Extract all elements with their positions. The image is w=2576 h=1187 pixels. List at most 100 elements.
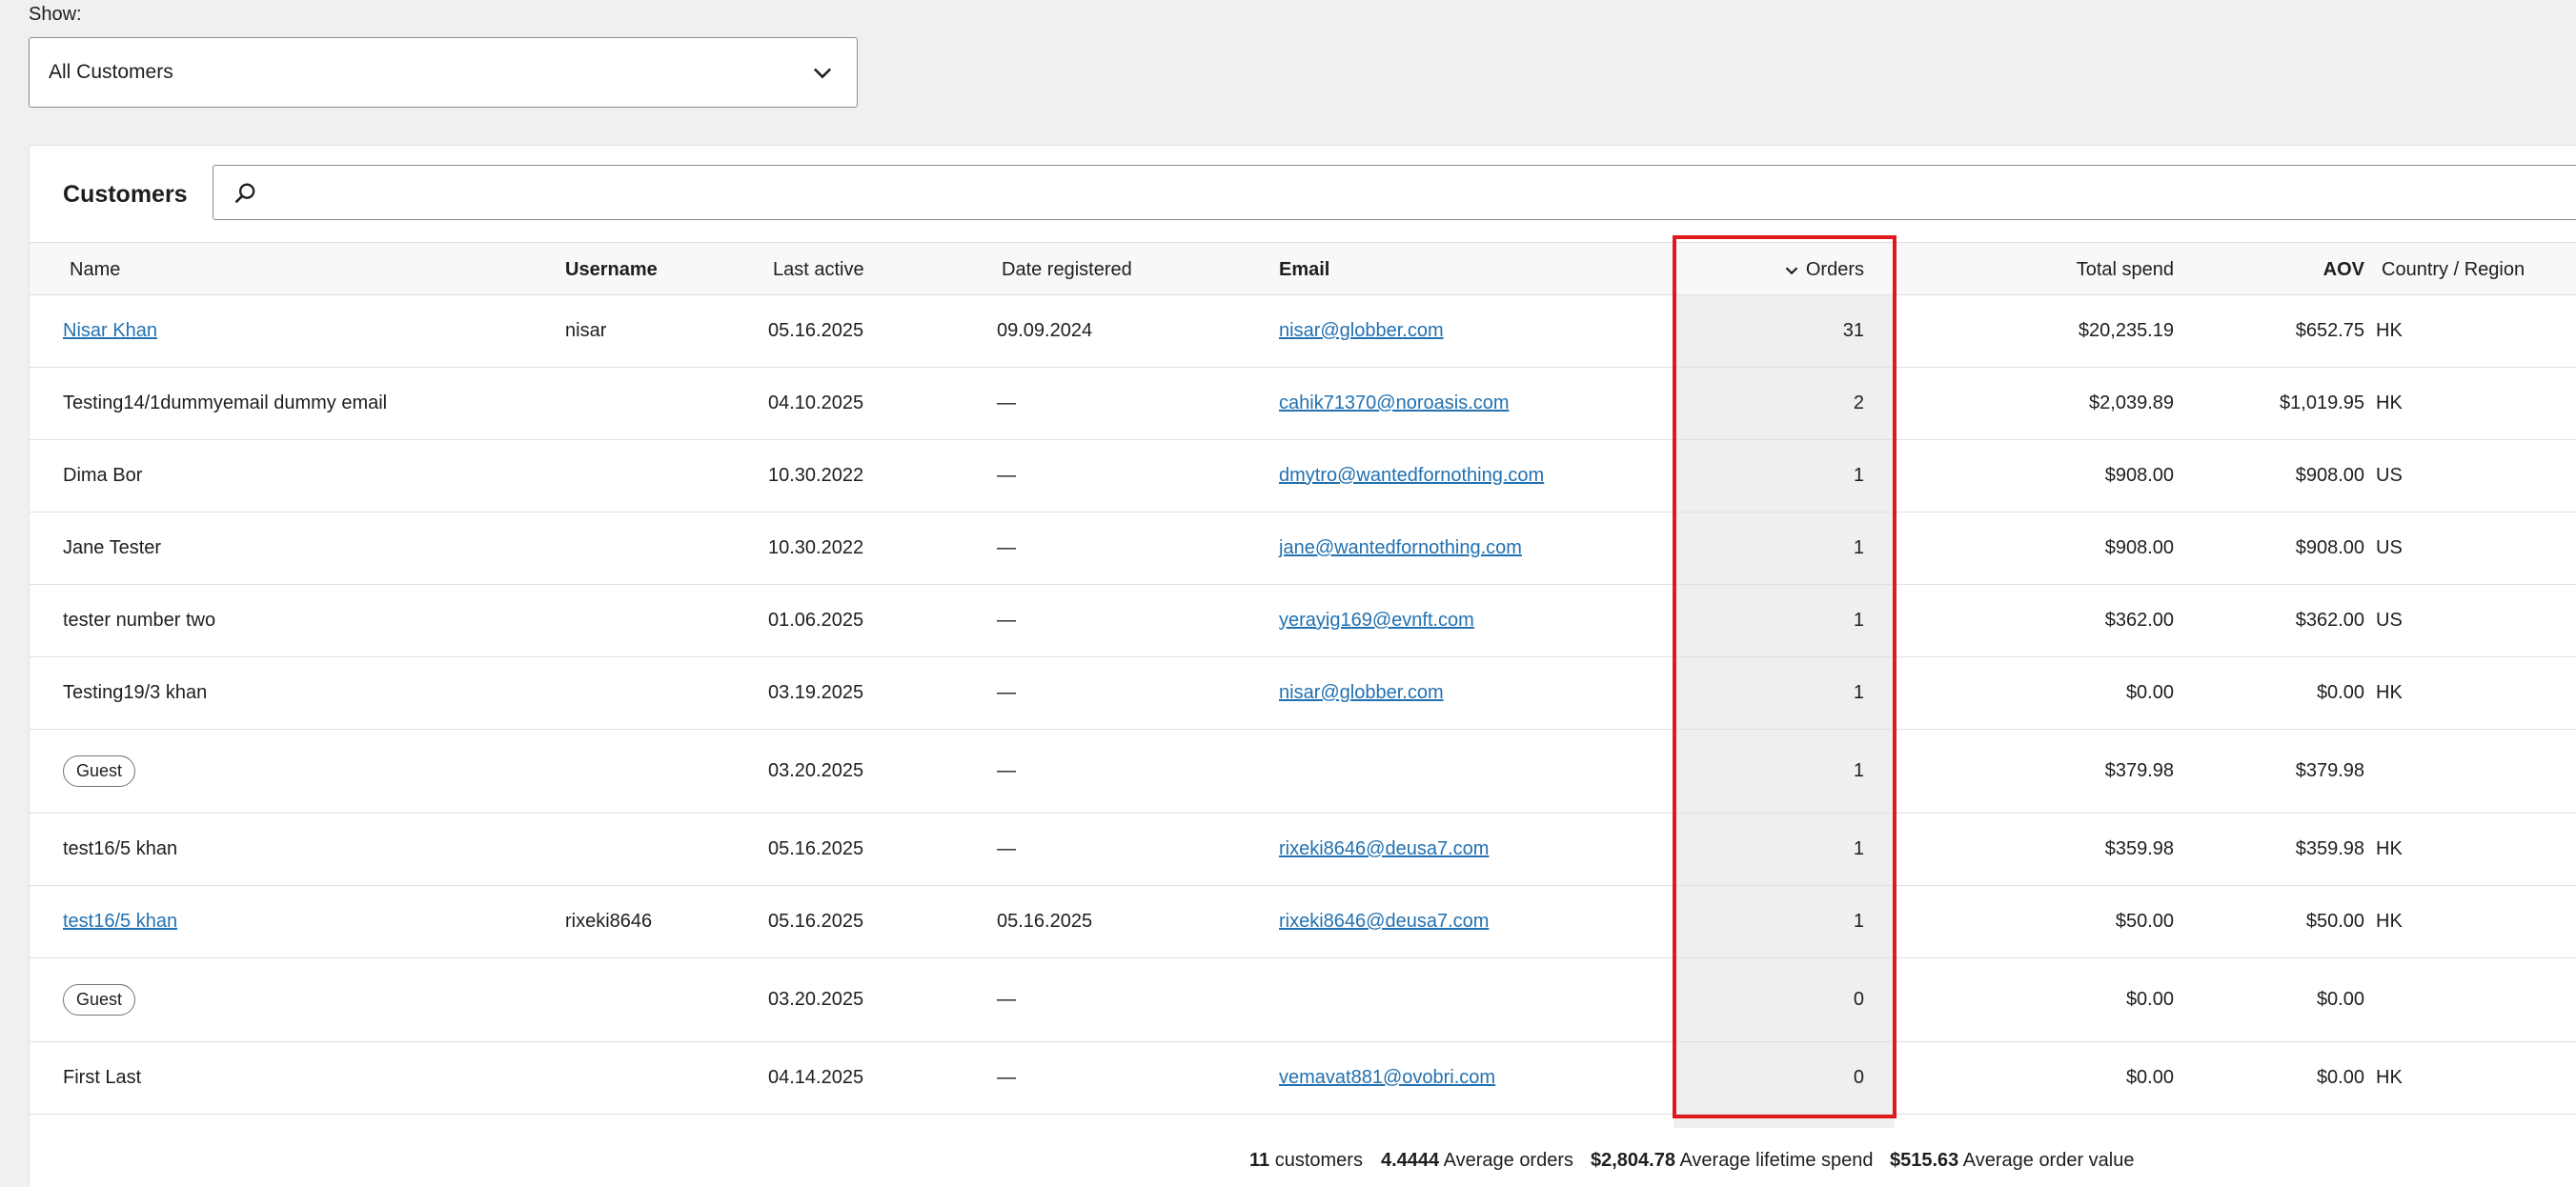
- customer-date-registered-value: —: [997, 682, 1016, 703]
- customer-total-spend-value: $0.00: [2125, 989, 2174, 1010]
- customer-orders: 1: [1673, 657, 1864, 729]
- customer-orders: 1: [1673, 730, 1864, 813]
- customer-total-spend-value: $359.98: [2104, 838, 2174, 859]
- customer-email-value[interactable]: nisar@globber.com: [1279, 320, 1444, 342]
- customer-aov: $0.00: [2174, 1042, 2364, 1114]
- customer-total-spend: $50.00: [1983, 886, 2174, 957]
- customer-date-registered: 05.16.2025: [997, 886, 1187, 957]
- customer-orders: 1: [1673, 886, 1864, 957]
- customer-total-spend: $0.00: [1983, 958, 2174, 1041]
- customer-email-value[interactable]: rixeki8646@deusa7.com: [1279, 911, 1489, 933]
- customer-last-active: 05.16.2025: [768, 814, 959, 885]
- customer-country: [2376, 730, 2547, 813]
- column-header-name[interactable]: Name: [70, 243, 120, 296]
- customer-total-spend-value: $379.98: [2104, 760, 2174, 781]
- search-input[interactable]: [274, 171, 2180, 213]
- customer-email: cahik71370@noroasis.com: [1279, 368, 1679, 439]
- table-row: Guest 03.20.2025 — 1 $379.98 $379.98: [30, 730, 2576, 814]
- customer-email: [1279, 958, 1679, 1041]
- customer-aov-value: $359.98: [2295, 838, 2364, 859]
- customer-total-spend: $0.00: [1983, 1042, 2174, 1114]
- customer-email-value[interactable]: rixeki8646@deusa7.com: [1279, 838, 1489, 860]
- customer-total-spend-value: $908.00: [2104, 537, 2174, 558]
- customer-country: HK: [2376, 657, 2547, 729]
- customer-username-value: rixeki8646: [565, 911, 653, 932]
- customer-aov: $908.00: [2174, 513, 2364, 584]
- customer-orders: 31: [1673, 295, 1864, 367]
- customer-country-value: US: [2376, 610, 2403, 631]
- customer-email-value[interactable]: yerayig169@evnft.com: [1279, 610, 1474, 632]
- customer-orders-value: 1: [1853, 911, 1864, 932]
- column-header-orders[interactable]: Orders: [1673, 243, 1864, 296]
- customer-country-value: HK: [2376, 392, 2403, 413]
- table-row: Jane Tester 10.30.2022 — jane@wantedfornoth…: [30, 513, 2576, 585]
- customer-date-registered: —: [997, 657, 1187, 729]
- customer-date-registered: —: [997, 814, 1187, 885]
- customer-total-spend: $362.00: [1983, 585, 2174, 656]
- table-row: Testing14/1dummyemail dummy email 04.10.2…: [30, 368, 2576, 440]
- table-row: test16/5 khan rixeki8646 05.16.2025 05.16.2…: [30, 886, 2576, 958]
- table-summary: 11 customers 4.4444 Average orders $2,80…: [30, 1127, 2576, 1187]
- customer-total-spend-value: $0.00: [2125, 1067, 2174, 1088]
- customer-orders-value: 0: [1853, 1067, 1864, 1088]
- customer-country: HK: [2376, 295, 2547, 367]
- customer-orders: 0: [1673, 958, 1864, 1041]
- customer-aov-value: $0.00: [2316, 989, 2364, 1010]
- customer-date-registered-value: 05.16.2025: [997, 911, 1093, 932]
- customer-aov-value: $50.00: [2305, 911, 2364, 932]
- customer-country: US: [2376, 440, 2547, 512]
- customer-aov: $379.98: [2174, 730, 2364, 813]
- customer-name-value[interactable]: test16/5 khan: [63, 911, 177, 933]
- customer-name-value: Testing19/3 khan: [63, 682, 208, 703]
- customer-aov: $652.75: [2174, 295, 2364, 367]
- customer-last-active: 03.19.2025: [768, 657, 959, 729]
- customer-name: Testing19/3 khan: [63, 657, 520, 729]
- customer-email: rixeki8646@deusa7.com: [1279, 886, 1679, 957]
- column-header-email: Email: [1279, 259, 1330, 280]
- customer-aov-value: $1,019.95: [2280, 392, 2364, 413]
- customer-email-value[interactable]: vemavat881@ovobri.com: [1279, 1067, 1495, 1089]
- customer-last-active: 05.16.2025: [768, 886, 959, 957]
- customer-username: [565, 440, 756, 512]
- search-box[interactable]: [213, 165, 2576, 220]
- customer-name: Testing14/1dummyemail dummy email: [63, 368, 520, 439]
- customer-name-value[interactable]: Nisar Khan: [63, 320, 157, 342]
- customer-date-registered-value: —: [997, 760, 1016, 781]
- customer-last-active-value: 05.16.2025: [768, 320, 864, 341]
- customer-filter-select[interactable]: All Customers: [29, 37, 858, 108]
- customer-last-active-value: 01.06.2025: [768, 610, 864, 631]
- customer-country-value: HK: [2376, 1067, 2403, 1088]
- customer-filter-value: All Customers: [49, 61, 173, 83]
- column-header-country[interactable]: Country / Region: [2382, 243, 2525, 296]
- sort-desc-icon: [1785, 267, 1798, 275]
- customer-country-value: HK: [2376, 320, 2403, 341]
- customer-country: HK: [2376, 886, 2547, 957]
- customer-email: dmytro@wantedfornothing.com: [1279, 440, 1679, 512]
- customer-email-value[interactable]: jane@wantedfornothing.com: [1279, 537, 1522, 559]
- customer-country: HK: [2376, 1042, 2547, 1114]
- customer-aov-value: $379.98: [2295, 760, 2364, 781]
- column-header-total-spend[interactable]: Total spend: [1983, 243, 2174, 296]
- column-header-last-active[interactable]: Last active: [773, 243, 864, 296]
- customer-email-value[interactable]: dmytro@wantedfornothing.com: [1279, 465, 1544, 487]
- customer-total-spend: $359.98: [1983, 814, 2174, 885]
- customer-username: nisar: [565, 295, 756, 367]
- customer-aov: $359.98: [2174, 814, 2364, 885]
- customer-total-spend: $0.00: [1983, 657, 2174, 729]
- customer-name-value: Guest: [63, 755, 136, 787]
- customer-email-value[interactable]: nisar@globber.com: [1279, 682, 1444, 704]
- customer-orders: 1: [1673, 814, 1864, 885]
- table-row: Guest 03.20.2025 — 0 $0.00 $0.00: [30, 958, 2576, 1042]
- customer-total-spend-value: $0.00: [2125, 682, 2174, 703]
- customer-total-spend-value: $20,235.19: [2078, 320, 2174, 341]
- customer-country-value: US: [2376, 537, 2403, 558]
- customer-last-active: 05.16.2025: [768, 295, 959, 367]
- column-header-date-registered[interactable]: Date registered: [1002, 243, 1132, 296]
- customer-date-registered: —: [997, 368, 1187, 439]
- customer-email-value[interactable]: cahik71370@noroasis.com: [1279, 392, 1510, 414]
- customer-orders-value: 2: [1853, 392, 1864, 413]
- customer-username: [565, 730, 756, 813]
- customer-orders-value: 1: [1853, 760, 1864, 781]
- customer-username: [565, 1042, 756, 1114]
- customer-date-registered: —: [997, 1042, 1187, 1114]
